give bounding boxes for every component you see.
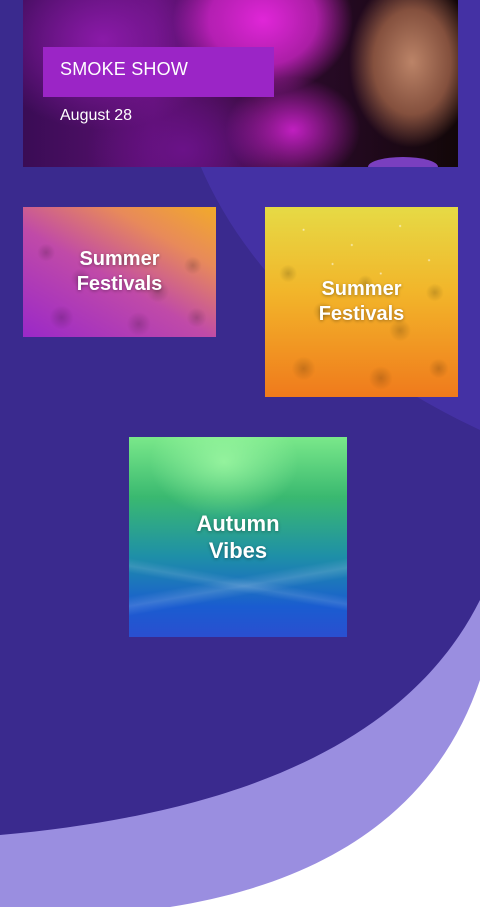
tile-summer-festivals-2[interactable]: Summer Festivals — [265, 207, 458, 397]
tile-title: Summer Festivals — [77, 247, 163, 297]
hero-date: August 28 — [60, 107, 133, 124]
tile-title-line1: Autumn — [196, 510, 280, 536]
tile-title-line1: Summer — [321, 278, 402, 300]
hero-person-image — [298, 0, 458, 167]
tile-title-line2: Festivals — [318, 303, 405, 325]
stage-light-glow — [149, 437, 299, 517]
tile-title-line2: Vibes — [208, 538, 268, 563]
stage-image — [129, 557, 347, 617]
tile-title: Autumn Vibes — [196, 510, 279, 565]
tile-title: Summer Festivals — [319, 277, 405, 327]
tile-autumn-vibes[interactable]: Autumn Vibes — [129, 437, 347, 637]
hero-title[interactable]: SMOKE SHOW — [43, 47, 274, 97]
tile-summer-festivals-1[interactable]: Summer Festivals — [23, 207, 216, 337]
tile-title-line1: Summer — [79, 248, 160, 270]
tile-title-line2: Festivals — [76, 273, 163, 295]
